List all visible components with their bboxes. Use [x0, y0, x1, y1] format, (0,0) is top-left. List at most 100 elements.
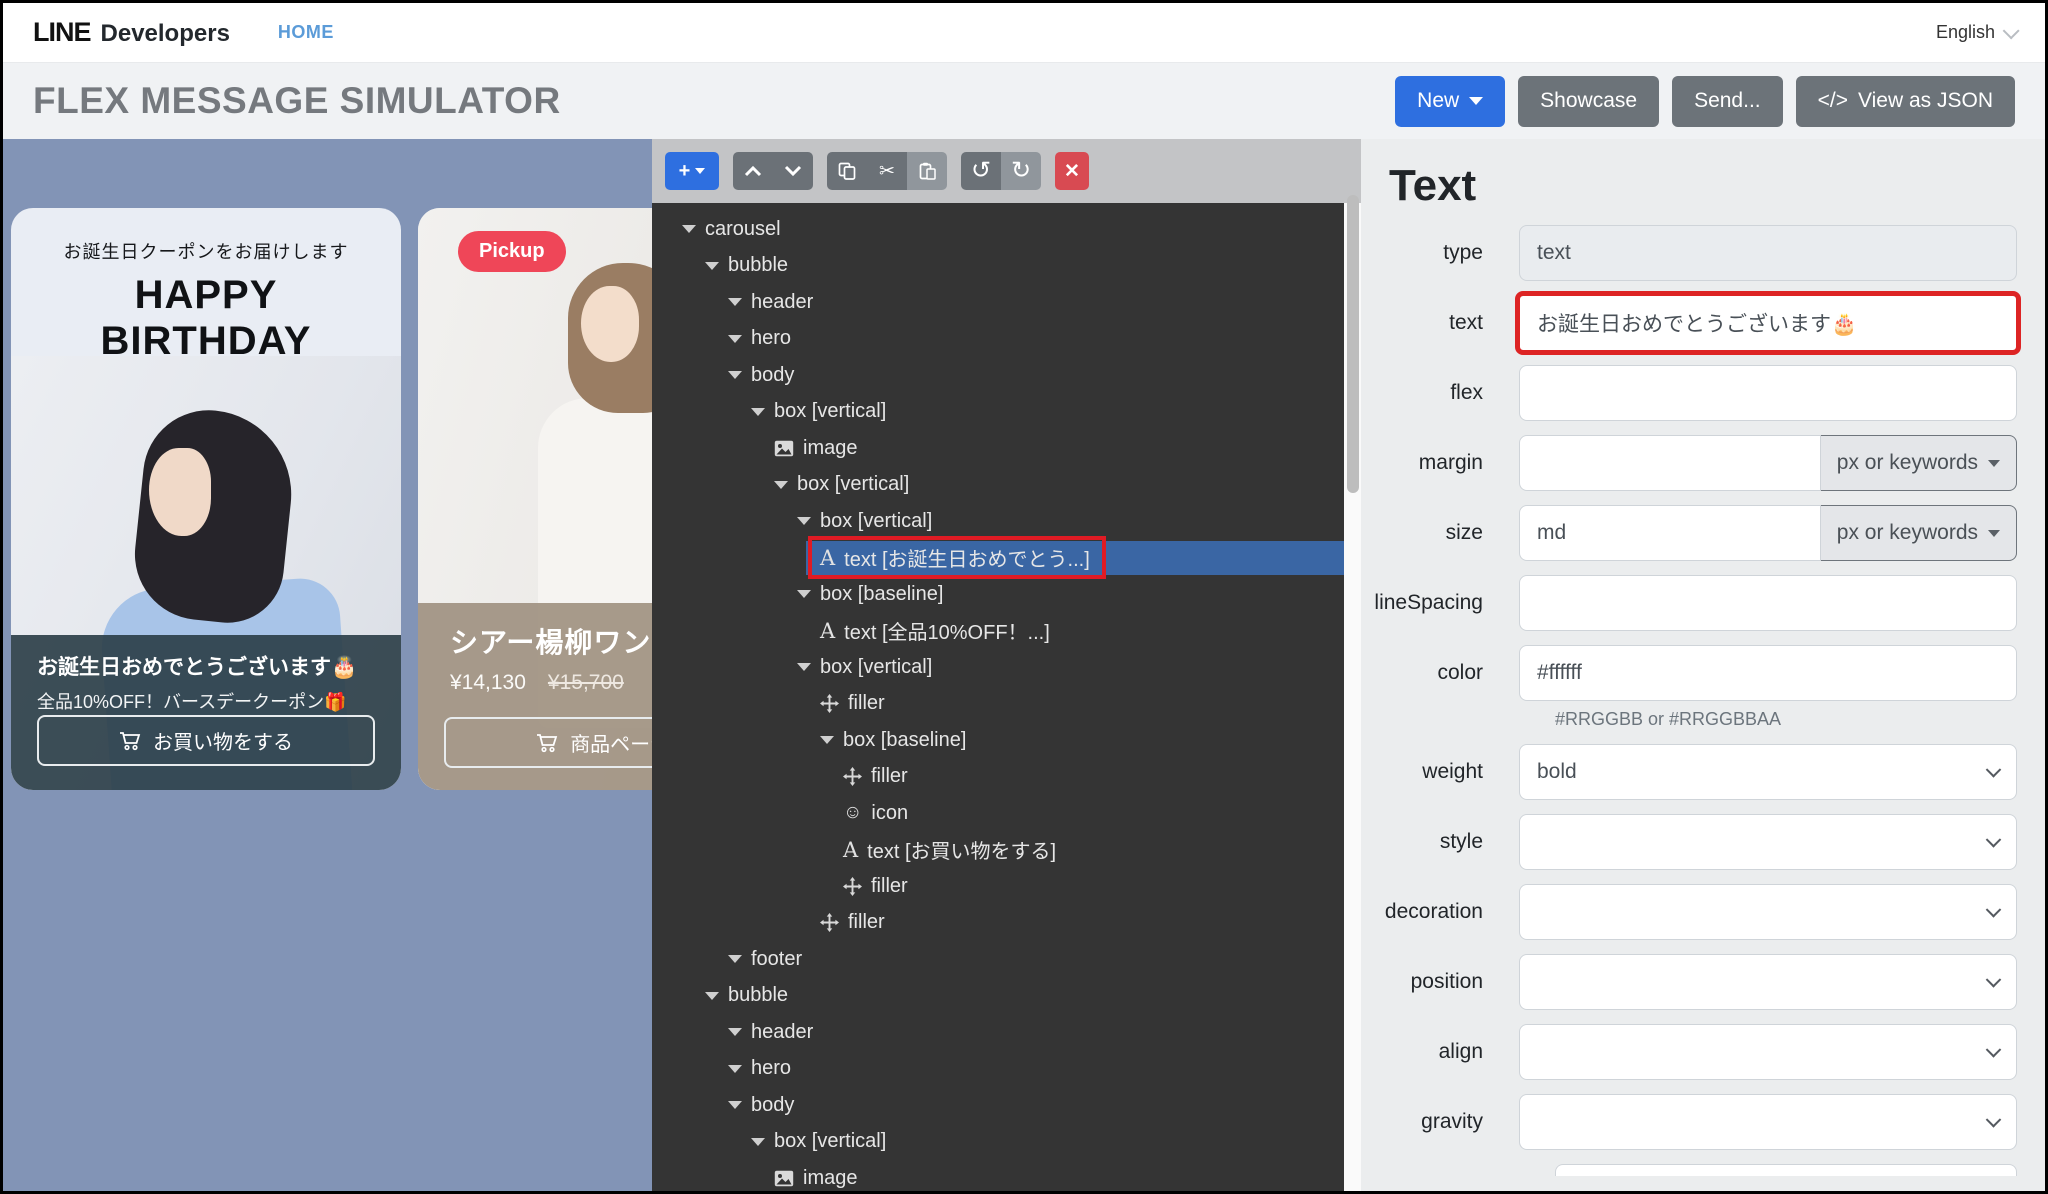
weight-select[interactable] — [1519, 744, 2017, 800]
form-row-gravity: gravity — [1361, 1094, 2017, 1150]
tree-item[interactable]: footer — [652, 941, 1344, 978]
caret-down-icon — [774, 481, 788, 489]
align-select[interactable] — [1519, 1024, 2017, 1080]
tree-item[interactable]: filler — [652, 759, 1344, 796]
copy-button[interactable] — [827, 152, 867, 190]
next-field-partial — [1555, 1164, 2017, 1176]
flex-field[interactable] — [1519, 365, 2017, 421]
tree-item[interactable]: box [vertical] — [652, 503, 1344, 540]
caret-down-icon — [1988, 460, 2000, 467]
tree-item[interactable]: bubble — [652, 978, 1344, 1015]
field-label: weight — [1361, 760, 1519, 784]
tree-item[interactable]: hero — [652, 321, 1344, 358]
caret-down-icon — [682, 225, 696, 233]
tree-scrollbar-thumb[interactable] — [1347, 195, 1359, 493]
tree-item[interactable]: box [vertical] — [652, 467, 1344, 504]
redo-button[interactable]: ↻ — [1001, 152, 1041, 190]
move-down-button[interactable] — [773, 152, 813, 190]
card1-body-overlay: お誕生日おめでとうございます🎂 全品10%OFF！バースデークーポン🎁 お買い物… — [11, 635, 401, 790]
style-select[interactable] — [1519, 814, 2017, 870]
send-button-label: Send... — [1694, 89, 1761, 113]
add-node-button[interactable]: + — [665, 152, 719, 190]
color-format-hint: #RRGGBB or #RRGGBBAA — [1555, 709, 2017, 730]
type-field — [1519, 225, 2017, 281]
chevron-up-icon — [744, 165, 762, 177]
language-selector[interactable]: English — [1936, 22, 2015, 43]
tree-item[interactable]: box [baseline] — [652, 722, 1344, 759]
delete-node-button[interactable]: ✕ — [1055, 152, 1089, 190]
tree-item-label: image — [803, 1167, 857, 1190]
flex-bubble-pickup[interactable]: Pickup シアー楊柳ワンピ ¥14,130 ¥15,700 商品ページを — [418, 208, 652, 790]
language-label: English — [1936, 22, 1995, 43]
caret-down-icon — [797, 590, 811, 598]
tree-item[interactable]: box [vertical] — [652, 394, 1344, 431]
tree-item[interactable]: header — [652, 1014, 1344, 1051]
tree-item-label: box [vertical] — [774, 400, 886, 423]
top-nav: LINE Developers HOME English — [3, 3, 2045, 62]
new-button-label: New — [1417, 89, 1459, 113]
move-up-button[interactable] — [733, 152, 773, 190]
undo-button[interactable]: ↺ — [961, 152, 1001, 190]
size-field[interactable] — [1519, 505, 1821, 561]
tree-item[interactable]: box [vertical] — [652, 1124, 1344, 1161]
tree-item[interactable]: filler — [652, 686, 1344, 723]
copy-icon — [838, 162, 856, 180]
tree-item[interactable]: image — [652, 1160, 1344, 1191]
tree-scrollbar[interactable] — [1344, 203, 1361, 1191]
tree-item-label: filler — [871, 765, 908, 788]
decoration-select[interactable] — [1519, 884, 2017, 940]
line-developers-logo[interactable]: LINE Developers — [33, 17, 230, 48]
card2-body-overlay: シアー楊柳ワンピ ¥14,130 ¥15,700 商品ページを — [418, 603, 652, 790]
margin-field[interactable] — [1519, 435, 1821, 491]
tree-item[interactable]: filler — [652, 905, 1344, 942]
showcase-button[interactable]: Showcase — [1518, 76, 1659, 127]
tree-item[interactable]: image — [652, 430, 1344, 467]
tree-item-label: carousel — [705, 218, 781, 241]
caret-down-icon — [797, 517, 811, 525]
tree-item[interactable]: bubble — [652, 248, 1344, 285]
size-unit-dropdown[interactable]: px or keywords — [1821, 505, 2017, 561]
home-link[interactable]: HOME — [278, 22, 334, 43]
tree-item[interactable]: filler — [652, 868, 1344, 905]
tree-item[interactable]: hero — [652, 1051, 1344, 1088]
tree-item[interactable]: Atext [お誕生日おめでとう...] — [652, 540, 1344, 577]
new-button[interactable]: New — [1395, 76, 1505, 127]
tree-item[interactable]: carousel — [652, 211, 1344, 248]
position-select[interactable] — [1519, 954, 2017, 1010]
form-row-size: sizepx or keywords — [1361, 505, 2017, 561]
gravity-select[interactable] — [1519, 1094, 2017, 1150]
tree-item[interactable]: body — [652, 1087, 1344, 1124]
filler-move-icon — [843, 767, 862, 786]
lineSpacing-field[interactable] — [1519, 575, 2017, 631]
color-field[interactable] — [1519, 645, 2017, 701]
tree-item[interactable]: Atext [お買い物をする] — [652, 832, 1344, 869]
card2-product-title: シアー楊柳ワンピ — [450, 621, 652, 661]
form-row-position: position — [1361, 954, 2017, 1010]
margin-unit-dropdown[interactable]: px or keywords — [1821, 435, 2017, 491]
caret-down-icon — [728, 1101, 742, 1109]
tree-item-label: body — [751, 1094, 794, 1117]
caret-down-icon — [728, 298, 742, 306]
caret-down-icon — [728, 335, 742, 343]
tree-item[interactable]: box [baseline] — [652, 576, 1344, 613]
send-button[interactable]: Send... — [1672, 76, 1783, 127]
text-field[interactable] — [1519, 295, 2017, 351]
tree-item[interactable]: box [vertical] — [652, 649, 1344, 686]
tree-item[interactable]: header — [652, 284, 1344, 321]
paste-button[interactable] — [907, 152, 947, 190]
caret-down-icon — [705, 992, 719, 1000]
view-as-json-button[interactable]: </> View as JSON — [1796, 76, 2015, 127]
card2-product-button[interactable]: 商品ページを — [444, 717, 652, 768]
flex-bubble-birthday[interactable]: お誕生日クーポンをお届けします HAPPY BIRTHDAY お誕生日おめでとう… — [11, 208, 401, 790]
card1-shop-button[interactable]: お買い物をする — [37, 715, 375, 766]
tree-item[interactable]: body — [652, 357, 1344, 394]
field-label: position — [1361, 970, 1519, 994]
caret-down-icon — [751, 408, 765, 416]
image-icon — [774, 1170, 794, 1187]
tree-item-label: body — [751, 364, 794, 387]
cart-icon — [119, 731, 141, 751]
tree-item[interactable]: Atext [全品10%OFF！...] — [652, 613, 1344, 650]
cut-button[interactable]: ✂ — [867, 152, 907, 190]
tree-item[interactable]: ☺icon — [652, 795, 1344, 832]
caret-down-icon — [1469, 97, 1483, 105]
